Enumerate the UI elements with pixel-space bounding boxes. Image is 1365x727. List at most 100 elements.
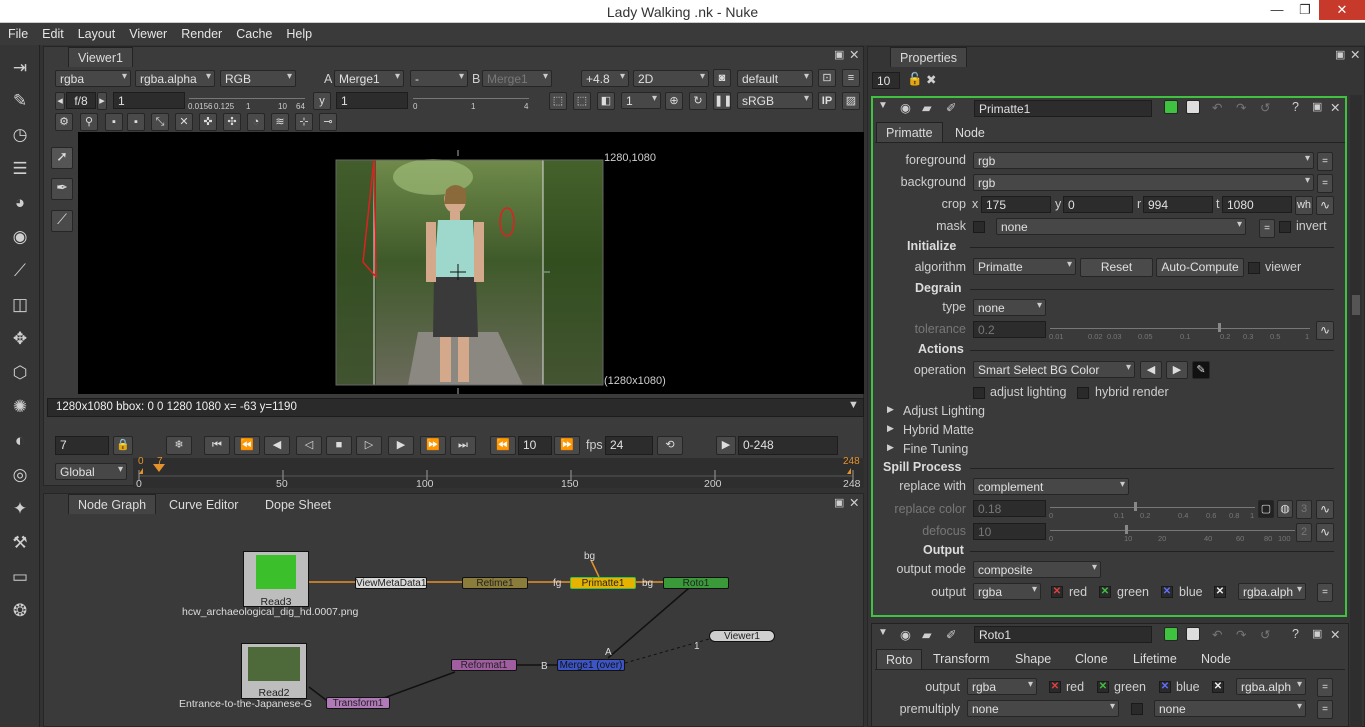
a-input-dropdown[interactable]: Merge1 (334, 70, 404, 87)
invert-checkbox[interactable] (1279, 221, 1291, 233)
center-node-icon[interactable]: ◉ (900, 100, 911, 115)
defocus-field[interactable]: 10 (973, 523, 1046, 540)
tab-shape[interactable]: Shape (1006, 649, 1060, 669)
adjust-lighting-expand-icon[interactable]: ▶ (887, 404, 894, 415)
node-color-icon[interactable] (1164, 100, 1178, 114)
viewer-node[interactable]: Viewer1 (709, 630, 775, 642)
display-dropdown[interactable]: RGB (220, 70, 296, 87)
prev-keyframe-icon[interactable]: ⏪ (234, 436, 260, 455)
tab-primatte[interactable]: Primatte (876, 122, 943, 142)
tolerance-slider[interactable] (1050, 328, 1310, 329)
foreground-link-button[interactable]: = (1317, 152, 1333, 171)
break-icon[interactable]: ✕ (175, 113, 193, 131)
lock-range-icon[interactable]: 🔒 (113, 436, 133, 455)
degrain-type-dropdown[interactable]: none (973, 299, 1046, 316)
fine-tuning-group[interactable]: Fine Tuning (903, 442, 968, 456)
premultiply-second-dropdown[interactable]: none (1154, 700, 1306, 717)
color-icon[interactable]: ◕ (8, 191, 32, 215)
tolerance-curve-icon[interactable]: ∿ (1316, 321, 1334, 340)
premultiply-checkbox[interactable] (1131, 703, 1143, 715)
hybrid-render-checkbox[interactable] (1077, 387, 1089, 399)
menu-file[interactable]: File (0, 23, 34, 41)
output-link-button[interactable]: = (1317, 583, 1333, 602)
roto-node[interactable]: Roto1 (663, 577, 729, 589)
tab-transform[interactable]: Transform (924, 649, 999, 669)
primatte-name-field[interactable]: Primatte1 (974, 100, 1152, 117)
paint-icon[interactable]: ✎ (8, 89, 32, 113)
close-panel-icon[interactable]: ✕ (849, 47, 859, 62)
stop-icon[interactable]: ■ (326, 436, 352, 455)
keyer-icon[interactable]: ⟋ (8, 259, 32, 283)
gain-dropdown[interactable]: +4.8 (581, 70, 629, 87)
roto-name-field[interactable]: Roto1 (974, 626, 1152, 643)
menu-help[interactable]: Help (278, 23, 318, 41)
replace-color-swatch-icon[interactable]: ▢ (1258, 500, 1274, 518)
mask-dropdown[interactable]: none (996, 218, 1246, 235)
roto-collapse-icon[interactable]: ▼ (878, 627, 888, 638)
reset-button[interactable]: Reset (1080, 258, 1153, 277)
feather-out-icon[interactable]: ✣ (223, 113, 241, 131)
menu-layout[interactable]: Layout (70, 23, 122, 41)
ng-float-icon[interactable]: ▣ (834, 496, 844, 509)
crop-curve-icon[interactable]: ∿ (1316, 196, 1334, 215)
roto-undo-icon[interactable]: ↶ (1212, 627, 1222, 642)
3d-icon[interactable]: ⬡ (8, 361, 32, 385)
hybrid-matte-group[interactable]: Hybrid Matte (903, 423, 974, 437)
scope-dropdown[interactable]: Global (55, 463, 127, 480)
visibility-icon[interactable]: ◔ (247, 113, 265, 131)
particles-icon[interactable]: ✺ (8, 395, 32, 419)
toolsets-icon[interactable]: ⚒ (8, 531, 32, 555)
roto-node-color-icon[interactable] (1164, 627, 1178, 641)
refresh-icon[interactable]: ↻ (689, 92, 707, 110)
adjust-lighting-group[interactable]: Adjust Lighting (903, 404, 985, 418)
timeline-ruler[interactable] (133, 458, 864, 488)
bezier-tool-icon[interactable]: ⟋ (51, 210, 73, 232)
gamma-field[interactable]: 1 (336, 92, 408, 109)
crop-wh-button[interactable]: wh (1295, 196, 1313, 215)
properties-scrollbar[interactable] (1350, 95, 1362, 727)
tab-roto-node[interactable]: Node (1192, 649, 1240, 669)
auto-compute-button[interactable]: Auto-Compute (1156, 258, 1244, 277)
background-dropdown[interactable]: rgb (973, 174, 1314, 191)
close-button[interactable]: ✕ (1319, 0, 1365, 20)
read3-node[interactable]: Read3 (243, 551, 309, 608)
output-channels-dropdown[interactable]: rgba (973, 583, 1041, 600)
tab-roto[interactable]: Roto (876, 649, 923, 669)
roto-output-dropdown[interactable]: rgba (967, 678, 1037, 695)
motionblur-icon[interactable]: ≋ (271, 113, 289, 131)
menu-edit[interactable]: Edit (34, 23, 70, 41)
read2-node[interactable]: Read2 (241, 643, 307, 699)
merge-icon[interactable]: ◫ (8, 293, 32, 317)
first-frame-icon[interactable]: ⏮ (204, 436, 230, 455)
wipe-icon[interactable]: ⬚ (573, 92, 591, 110)
gamma-slider[interactable] (413, 98, 529, 99)
gamma-label[interactable]: y (313, 92, 331, 110)
curve-icon[interactable]: ⤡ (151, 113, 169, 131)
roto-gl-color-icon[interactable] (1186, 627, 1200, 641)
ng-close-icon[interactable]: ✕ (849, 495, 859, 510)
defocus-handle[interactable] (1125, 525, 1128, 534)
props-close-icon[interactable]: ✕ (1350, 47, 1360, 62)
channels-dropdown[interactable]: rgba (55, 70, 131, 87)
menu-viewer[interactable]: Viewer (121, 23, 173, 41)
time-icon[interactable]: ◷ (8, 123, 32, 147)
b-input-dropdown[interactable]: Merge1 (482, 70, 552, 87)
roto-revert-icon[interactable]: ↺ (1260, 627, 1270, 642)
crop-y-field[interactable]: 0 (1063, 196, 1133, 213)
zebra-icon[interactable]: ▨ (842, 92, 860, 110)
alpha-dropdown[interactable]: rgba.alpha (135, 70, 215, 87)
focus-icon[interactable]: ⊕ (665, 92, 683, 110)
feather-icon[interactable]: ✜ (199, 113, 217, 131)
menu-render[interactable]: Render (173, 23, 228, 41)
node-edit-icon[interactable]: ✐ (946, 100, 956, 115)
roto-center-icon[interactable]: ◉ (900, 627, 911, 642)
gain-field[interactable]: 1 (113, 92, 185, 109)
transform-handle-icon[interactable]: ⚲ (80, 113, 98, 131)
reformat-node[interactable]: Reformat1 (451, 659, 517, 671)
mask-link-button[interactable]: = (1259, 219, 1275, 238)
defocus-channels[interactable]: 2 (1296, 523, 1312, 542)
roto-close-icon[interactable]: ✕ (1330, 627, 1340, 642)
revert-icon[interactable]: ↺ (1260, 100, 1270, 115)
fstop-prev-icon[interactable]: ◂ (55, 92, 65, 110)
redo-icon[interactable]: ↷ (1236, 100, 1246, 115)
